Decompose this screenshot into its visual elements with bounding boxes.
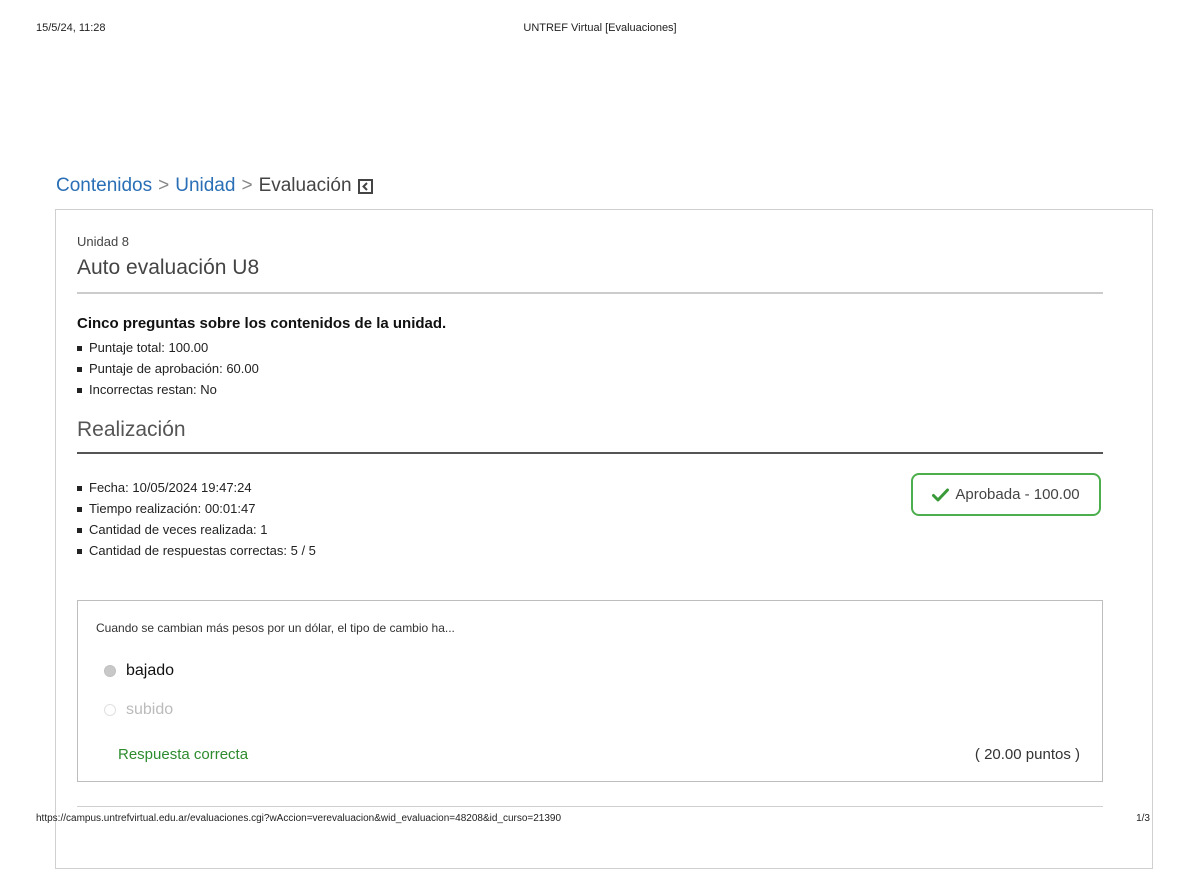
section-divider (77, 452, 1103, 454)
question-text: Cuando se cambian más pesos por un dólar… (96, 621, 455, 635)
status-label: Aprobada - 100.00 (955, 486, 1080, 503)
breadcrumb-current: Evaluación (258, 175, 352, 196)
answer-option-bajado[interactable]: bajado (104, 662, 174, 680)
print-url: https://campus.untrefvirtual.edu.ar/eval… (36, 813, 562, 824)
status-badge: Aprobada - 100.00 (911, 473, 1101, 516)
question-card: Cuando se cambian más pesos por un dólar… (77, 600, 1103, 782)
breadcrumb: Contenidos > Unidad > Evaluación (56, 175, 373, 197)
breadcrumb-link-contenidos[interactable]: Contenidos (56, 175, 152, 197)
attempt-section-title: Realización (77, 418, 186, 441)
detail-wrong-penalty: Incorrectas restan: No (77, 379, 259, 400)
evaluation-description: Cinco preguntas sobre los contenidos de … (77, 315, 447, 332)
breadcrumb-separator: > (241, 175, 253, 196)
chevron-left-icon (361, 181, 368, 191)
option-label: bajado (126, 662, 175, 679)
answer-feedback: Respuesta correcta (118, 746, 249, 763)
print-page-title: UNTREF Virtual [Evaluaciones] (523, 22, 677, 34)
attempt-correct-answers: Cantidad de respuestas correctas: 5 / 5 (77, 540, 316, 561)
detail-passing-score: Puntaje de aprobación: 60.00 (77, 358, 259, 379)
option-label: subido (126, 701, 174, 718)
breadcrumb-link-unidad[interactable]: Unidad (175, 175, 235, 197)
attempt-date: Fecha: 10/05/2024 19:47:24 (77, 477, 316, 498)
radio-selected[interactable] (104, 665, 116, 677)
evaluation-title: Auto evaluación U8 (77, 256, 260, 279)
unit-label: Unidad 8 (77, 234, 130, 249)
question-points: ( 20.00 puntos ) (974, 746, 1080, 763)
radio-unselected[interactable] (104, 704, 116, 716)
detail-total-score: Puntaje total: 100.00 (77, 337, 259, 358)
next-question-divider (77, 806, 1103, 807)
print-page-number: 1/3 (1136, 813, 1150, 824)
attempt-details-list: Fecha: 10/05/2024 19:47:24 Tiempo realiz… (77, 477, 316, 561)
attempt-duration: Tiempo realización: 00:01:47 (77, 498, 316, 519)
title-divider (77, 292, 1103, 294)
evaluation-details-list: Puntaje total: 100.00 Puntaje de aprobac… (77, 337, 259, 400)
answer-option-subido[interactable]: subido (104, 701, 173, 719)
checkmark-icon (932, 488, 950, 501)
collapse-left-icon[interactable] (357, 178, 373, 194)
attempt-count: Cantidad de veces realizada: 1 (77, 519, 316, 540)
breadcrumb-separator: > (158, 175, 170, 196)
evaluation-card: Unidad 8 Auto evaluación U8 Cinco pregun… (55, 209, 1153, 869)
